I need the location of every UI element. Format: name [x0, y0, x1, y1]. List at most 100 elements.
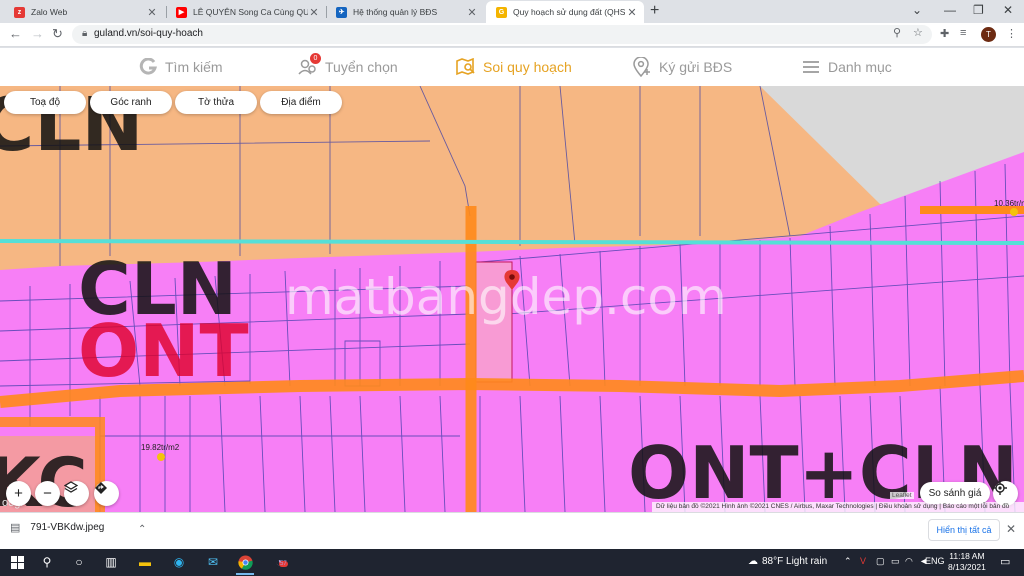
- search-icon[interactable]: ⚲: [38, 553, 56, 571]
- close-icon[interactable]: ✕: [146, 6, 158, 19]
- tab-label: Hệ thống quản lý BĐS: [353, 7, 438, 17]
- close-icon[interactable]: ✕: [308, 6, 320, 19]
- viber-icon[interactable]: ◔57: [270, 553, 288, 571]
- price-tag: 10.36tr/m: [994, 199, 1024, 208]
- tab-youtube[interactable]: ▶ LÊ QUYÊN Song Ca Cùng QUANG ✕: [166, 1, 326, 23]
- layers-icon[interactable]: [64, 481, 89, 506]
- guland-logo-icon: [138, 57, 158, 77]
- guland-icon: G: [496, 6, 507, 18]
- download-filename: 791-VBKdw.jpeg: [30, 522, 105, 533]
- profile-avatar[interactable]: T: [981, 27, 996, 42]
- bookmark-star-icon[interactable]: ☆: [913, 26, 923, 39]
- forward-icon[interactable]: →: [31, 26, 44, 41]
- hamburger-icon: [801, 57, 821, 77]
- extensions-icon[interactable]: ✚: [940, 27, 949, 40]
- tab-label: LÊ QUYÊN Song Ca Cùng QUANG: [193, 7, 308, 17]
- youtube-icon: ▶: [176, 6, 187, 18]
- wifi-icon[interactable]: ◠: [905, 556, 913, 567]
- tab-search-icon[interactable]: ⌄: [912, 3, 922, 17]
- file-icon: ▤: [10, 522, 21, 534]
- cloud-rain-icon: ☁: [748, 556, 758, 567]
- zoom-out-button[interactable]: −: [35, 481, 60, 506]
- tab-label: Quy hoạch sử dụng đất (QHSDĐ: [513, 7, 626, 17]
- nav-curated[interactable]: 0 Tuyển chọn: [298, 53, 398, 77]
- browser-tabstrip: z Zalo Web ✕ ▶ LÊ QUYÊN Song Ca Cùng QUA…: [0, 0, 1024, 23]
- chrome-menu-icon[interactable]: ⋮: [1006, 27, 1017, 40]
- site-icon: ✈: [336, 6, 347, 18]
- nav-label: Tìm kiếm: [165, 59, 223, 75]
- weather-widget[interactable]: ☁ 88°F Light rain: [748, 556, 827, 567]
- directions-icon[interactable]: [94, 481, 119, 506]
- vietkey-icon[interactable]: V: [860, 556, 866, 566]
- reading-list-icon[interactable]: ≡: [960, 27, 966, 39]
- nav-menu[interactable]: Danh mục: [801, 57, 892, 77]
- show-all-downloads-button[interactable]: Hiển thị tất cả: [928, 519, 1000, 541]
- cortana-icon[interactable]: ○: [70, 553, 88, 571]
- zoom-in-button[interactable]: +: [6, 481, 31, 506]
- weather-text: 88°F Light rain: [762, 556, 828, 567]
- leaflet-credit[interactable]: Leaflet: [890, 492, 914, 499]
- location-icon[interactable]: ⚲: [893, 26, 901, 39]
- system-clock[interactable]: 11:18 AM 8/13/2021: [948, 551, 986, 573]
- price-dot[interactable]: [157, 453, 165, 461]
- filter-corner[interactable]: Góc ranh: [90, 91, 172, 114]
- compare-price-button[interactable]: So sánh giá: [920, 482, 990, 504]
- minimize-icon[interactable]: —: [944, 3, 956, 17]
- price-dot[interactable]: [1010, 208, 1018, 216]
- clock-date: 8/13/2021: [948, 562, 986, 572]
- zone-label-ont: ONT: [78, 309, 249, 393]
- filter-location[interactable]: Địa điểm: [260, 91, 342, 114]
- zalo-icon: z: [14, 6, 25, 18]
- canal-line: [0, 239, 1024, 245]
- file-explorer-icon[interactable]: ▬: [136, 553, 154, 571]
- close-icon[interactable]: ✕: [466, 6, 478, 19]
- language-indicator[interactable]: ENG: [925, 556, 945, 566]
- map-search-icon: [456, 57, 476, 77]
- map-attribution: Dữ liệu bản đồ ©2021 Hình ảnh ©2021 CNES…: [652, 502, 1024, 512]
- tab-guland[interactable]: G Quy hoạch sử dụng đất (QHSDĐ ✕: [486, 1, 644, 23]
- task-view-icon[interactable]: ▥: [102, 553, 120, 571]
- windows-start-icon[interactable]: [8, 553, 26, 571]
- window-close-icon[interactable]: ✕: [1003, 3, 1013, 17]
- filter-sheet-parcel[interactable]: Tờ thửa: [175, 91, 257, 114]
- notification-badge: 0: [310, 53, 321, 64]
- nav-label: Ký gửi BĐS: [659, 59, 733, 75]
- edge-icon[interactable]: ◉: [170, 553, 188, 571]
- restore-icon[interactable]: ❐: [973, 3, 984, 17]
- map-canvas[interactable]: CLN CLN ONT ONT+CLN KC matbangdep.com 19…: [0, 86, 1024, 512]
- windows-taskbar: ⚲ ○ ▥ ▬ ◉ ✉ ◔57 ☁ 88°F Light rain ⌃ V ▢ ▭…: [0, 549, 1024, 576]
- filter-coordinates[interactable]: Toạ độ: [4, 91, 86, 114]
- browser-toolbar: ← → ↻ 🔒︎ guland.vn/soi-quy-hoach ⚲ ☆ ✚ ≡…: [0, 23, 1024, 47]
- download-bar: ▤ 791-VBKdw.jpeg ⌃ Hiển thị tất cả ✕: [0, 512, 1024, 549]
- notification-badge: 57: [279, 561, 288, 567]
- mail-icon[interactable]: ✉: [204, 553, 222, 571]
- clock-time: 11:18 AM: [949, 551, 985, 561]
- site-header: Tìm kiếm 0 Tuyển chọn Soi quy hoạch Ký g…: [0, 48, 1024, 86]
- new-tab-button[interactable]: +: [650, 2, 659, 20]
- address-bar[interactable]: 🔒︎ guland.vn/soi-quy-hoach: [72, 25, 932, 44]
- tab-label: Zalo Web: [31, 7, 68, 17]
- notifications-icon[interactable]: ▭: [1000, 555, 1010, 568]
- battery-icon[interactable]: ▭: [891, 556, 900, 567]
- tab-zalo[interactable]: z Zalo Web ✕: [4, 1, 164, 23]
- price-tag: 19.82tr/m2: [141, 443, 180, 452]
- chevron-up-icon[interactable]: ⌃: [844, 556, 852, 567]
- url-text[interactable]: guland.vn/soi-quy-hoach: [94, 28, 203, 39]
- nav-search[interactable]: Tìm kiếm: [138, 57, 223, 77]
- users-icon: 0: [298, 53, 321, 77]
- location-plus-icon: [632, 57, 652, 77]
- lock-icon[interactable]: 🔒︎: [82, 28, 87, 39]
- zoning-map[interactable]: CLN CLN ONT ONT+CLN KC matbangdep.com 19…: [0, 86, 1024, 512]
- chevron-up-icon[interactable]: ⌃: [138, 524, 146, 535]
- tab-bds[interactable]: ✈ Hệ thống quản lý BĐS ✕: [326, 1, 484, 23]
- close-icon[interactable]: ✕: [1006, 522, 1016, 536]
- back-icon[interactable]: ←: [9, 26, 22, 41]
- nav-consign[interactable]: Ký gửi BĐS: [632, 57, 732, 77]
- nav-label: Tuyển chọn: [325, 59, 398, 75]
- download-item[interactable]: ▤ 791-VBKdw.jpeg: [10, 521, 104, 534]
- nav-zoning[interactable]: Soi quy hoạch: [456, 57, 572, 77]
- close-icon[interactable]: ✕: [626, 6, 638, 19]
- chrome-icon[interactable]: [236, 553, 254, 575]
- reload-icon[interactable]: ↻: [52, 26, 63, 42]
- zalo-tray-icon[interactable]: ▢: [876, 556, 885, 567]
